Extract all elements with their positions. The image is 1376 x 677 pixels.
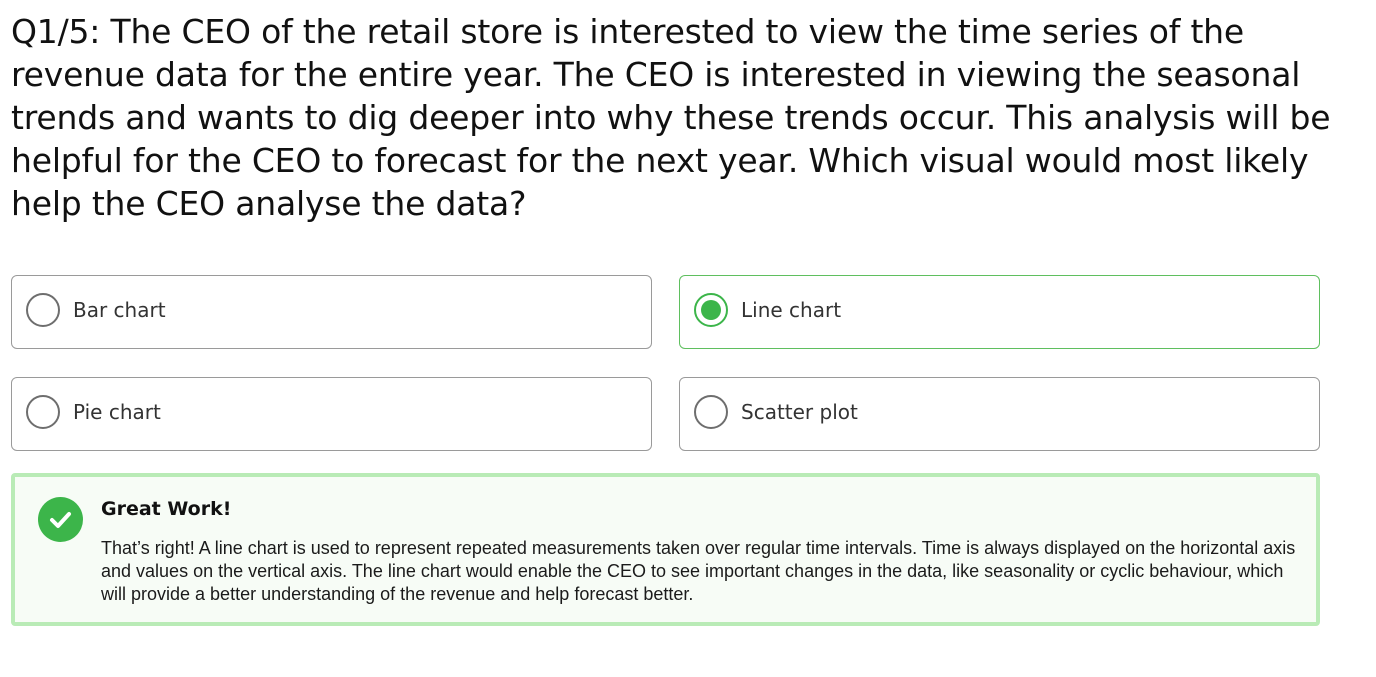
option-label: Pie chart xyxy=(73,400,161,424)
feedback-title: Great Work! xyxy=(101,498,232,520)
radio-unselected-icon[interactable] xyxy=(26,395,60,429)
check-circle-icon xyxy=(38,497,83,542)
question-text: Q1/5: The CEO of the retail store is int… xyxy=(11,12,1331,223)
radio-selected-icon[interactable] xyxy=(694,293,728,327)
option-pie-chart[interactable]: Pie chart xyxy=(11,377,652,451)
radio-unselected-icon[interactable] xyxy=(26,293,60,327)
option-bar-chart[interactable]: Bar chart xyxy=(11,275,652,349)
radio-unselected-icon[interactable] xyxy=(694,395,728,429)
option-label: Scatter plot xyxy=(741,400,858,424)
option-scatter-plot[interactable]: Scatter plot xyxy=(679,377,1320,451)
feedback-explanation: That’s right! A line chart is used to re… xyxy=(101,538,1296,604)
option-line-chart[interactable]: Line chart xyxy=(679,275,1320,349)
option-label: Bar chart xyxy=(73,298,166,322)
option-label: Line chart xyxy=(741,298,842,322)
feedback-panel: Great Work! That’s right! A line chart i… xyxy=(11,473,1320,626)
